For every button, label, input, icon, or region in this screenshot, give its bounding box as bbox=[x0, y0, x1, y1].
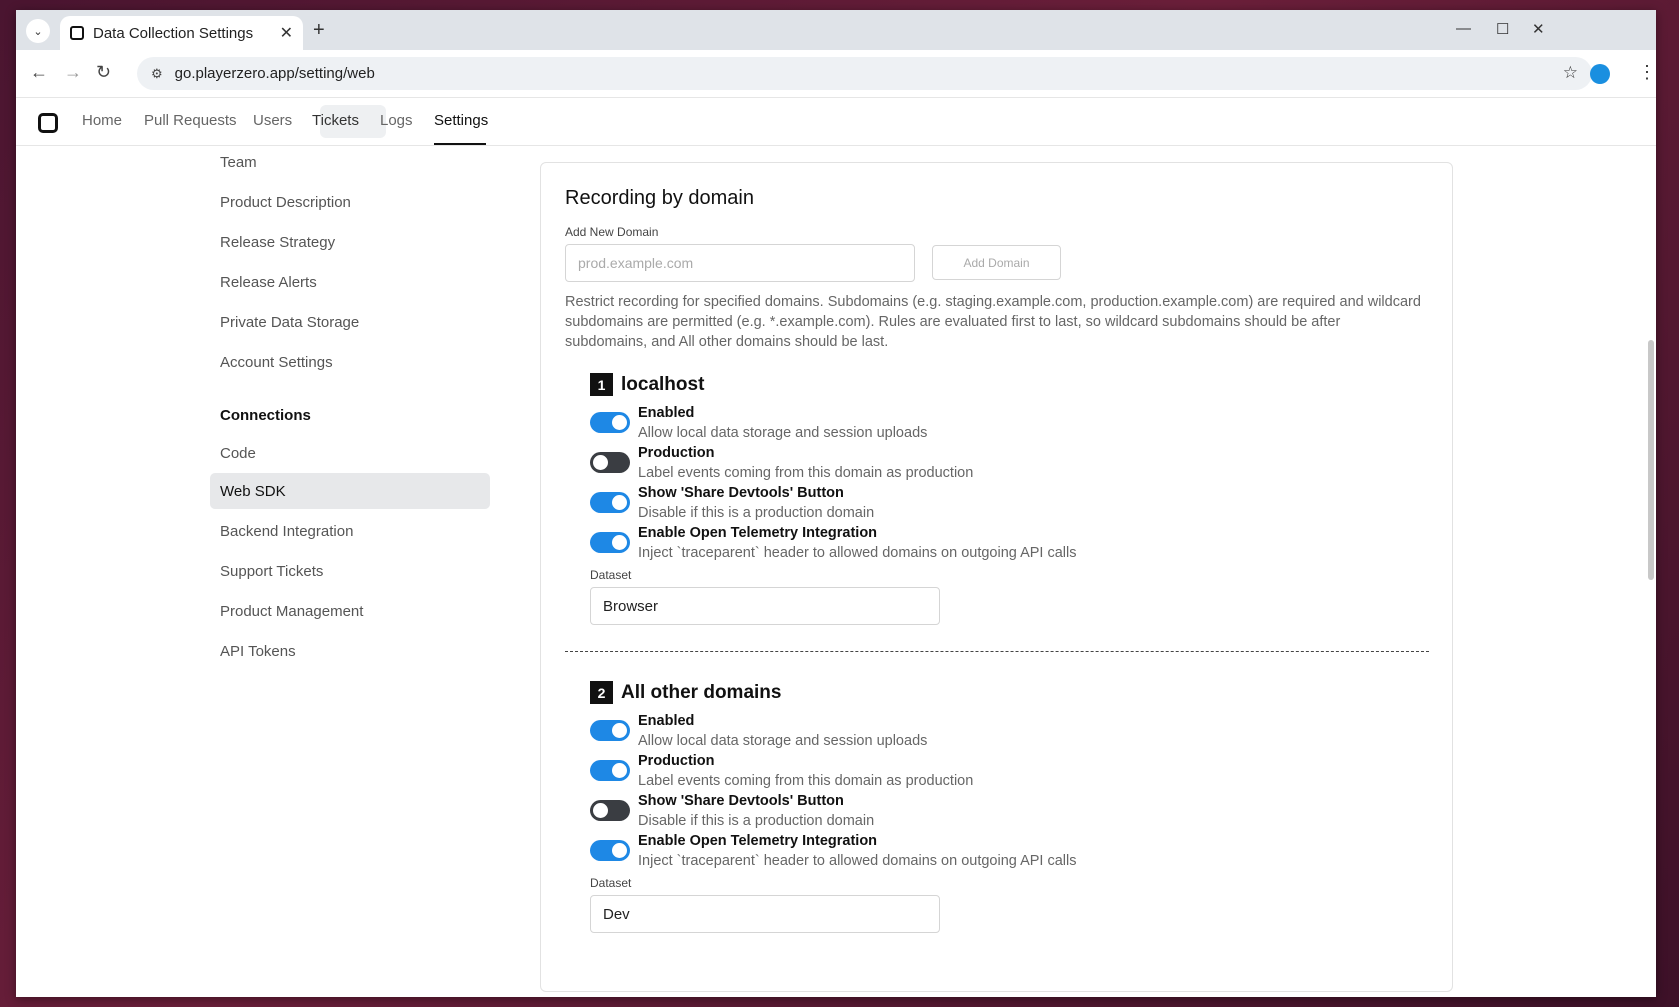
nav-logs[interactable]: Logs bbox=[380, 112, 413, 129]
rule-divider bbox=[565, 651, 1429, 652]
card-title: Recording by domain bbox=[565, 187, 754, 209]
address-bar[interactable]: ⚙ go.playerzero.app/setting/web ☆ bbox=[137, 57, 1592, 90]
nav-settings[interactable]: Settings bbox=[434, 112, 488, 129]
production-toggle[interactable] bbox=[590, 452, 630, 473]
extension-icon[interactable] bbox=[1590, 64, 1610, 84]
dataset-label: Dataset bbox=[590, 876, 632, 890]
sidebar-item-product-management[interactable]: Product Management bbox=[210, 593, 490, 629]
sidebar-item-account-settings[interactable]: Account Settings bbox=[210, 344, 490, 380]
enabled-toggle[interactable] bbox=[590, 412, 630, 433]
tab-search-button[interactable]: ⌄ bbox=[26, 19, 50, 43]
tab-close-icon[interactable]: ✕ bbox=[280, 23, 293, 43]
option-title: Production bbox=[638, 445, 715, 461]
recording-by-domain-card: Recording by domain Add New Domain Add D… bbox=[540, 162, 1453, 992]
rule-number-badge: 1 bbox=[590, 373, 613, 396]
new-tab-icon[interactable]: + bbox=[313, 19, 325, 42]
sidebar-item-private-data-storage[interactable]: Private Data Storage bbox=[210, 304, 490, 340]
share-devtools-toggle[interactable] bbox=[590, 800, 630, 821]
add-domain-label: Add New Domain bbox=[565, 225, 659, 239]
option-title: Enable Open Telemetry Integration bbox=[638, 833, 878, 849]
url-text: go.playerzero.app/setting/web bbox=[174, 65, 375, 82]
dataset-label: Dataset bbox=[590, 568, 632, 582]
sidebar-item-support-tickets[interactable]: Support Tickets bbox=[210, 553, 490, 589]
option-title: Enable Open Telemetry Integration bbox=[638, 525, 878, 541]
rule-name: All other domains bbox=[621, 681, 782, 703]
option-title: Show 'Share Devtools' Button bbox=[638, 793, 844, 809]
option-subtitle: Disable if this is a production domain bbox=[638, 813, 875, 829]
sidebar-item-api-tokens[interactable]: API Tokens bbox=[210, 633, 490, 669]
rule-name: localhost bbox=[621, 373, 705, 395]
option-title: Enabled bbox=[638, 405, 695, 421]
option-subtitle: Label events coming from this domain as … bbox=[638, 773, 974, 789]
option-subtitle: Allow local data storage and session upl… bbox=[638, 425, 928, 441]
option-subtitle: Disable if this is a production domain bbox=[638, 505, 875, 521]
add-domain-input[interactable] bbox=[565, 244, 915, 282]
page-scrollbar[interactable] bbox=[1648, 340, 1654, 580]
sidebar-item-release-alerts[interactable]: Release Alerts bbox=[210, 264, 490, 300]
sidebar-item-product-description[interactable]: Product Description bbox=[210, 184, 490, 220]
nav-pull-requests[interactable]: Pull Requests bbox=[144, 112, 237, 129]
rule-number-badge: 2 bbox=[590, 681, 613, 704]
maximize-icon[interactable]: ☐ bbox=[1496, 20, 1509, 38]
dataset-field[interactable]: Dev bbox=[590, 895, 940, 933]
tab-strip: ⌄ Data Collection Settings ✕ + — ☐ ✕ bbox=[16, 10, 1656, 50]
browser-toolbar: ← → ↻ ⚙ go.playerzero.app/setting/web ☆ … bbox=[16, 50, 1656, 98]
share-devtools-toggle[interactable] bbox=[590, 492, 630, 513]
production-toggle[interactable] bbox=[590, 760, 630, 781]
sidebar-item-web-sdk[interactable]: Web SDK bbox=[210, 473, 490, 509]
nav-home[interactable]: Home bbox=[82, 112, 122, 129]
option-subtitle: Allow local data storage and session upl… bbox=[638, 733, 928, 749]
sidebar-item-team[interactable]: Team bbox=[210, 144, 490, 180]
nav-users[interactable]: Users bbox=[253, 112, 292, 129]
browser-menu-icon[interactable]: ⋮ bbox=[1638, 62, 1656, 83]
domain-rules-description: Restrict recording for specified domains… bbox=[565, 294, 1421, 350]
browser-tab[interactable]: Data Collection Settings ✕ bbox=[60, 16, 303, 50]
sidebar-item-release-strategy[interactable]: Release Strategy bbox=[210, 224, 490, 260]
forward-icon[interactable]: → bbox=[64, 62, 82, 83]
rule-header: 1 localhost bbox=[590, 373, 704, 396]
option-title: Production bbox=[638, 753, 715, 769]
site-favicon-icon bbox=[70, 26, 84, 40]
site-info-icon[interactable]: ⚙ bbox=[151, 66, 163, 82]
dataset-field[interactable]: Browser bbox=[590, 587, 940, 625]
add-domain-button[interactable]: Add Domain bbox=[932, 245, 1061, 280]
sidebar-section-connections: Connections bbox=[220, 407, 311, 424]
reload-icon[interactable]: ↻ bbox=[96, 62, 111, 83]
option-subtitle: Inject `traceparent` header to allowed d… bbox=[638, 545, 1077, 561]
option-title: Show 'Share Devtools' Button bbox=[638, 485, 844, 501]
rule-header: 2 All other domains bbox=[590, 681, 781, 704]
bookmark-star-icon[interactable]: ☆ bbox=[1563, 63, 1578, 83]
back-icon[interactable]: ← bbox=[30, 62, 48, 83]
browser-window: ⌄ Data Collection Settings ✕ + — ☐ ✕ ← →… bbox=[16, 10, 1656, 997]
tab-title: Data Collection Settings bbox=[93, 24, 254, 42]
option-subtitle: Label events coming from this domain as … bbox=[638, 465, 974, 481]
open-telemetry-toggle[interactable] bbox=[590, 532, 630, 553]
app-nav: Home Pull Requests Users Tickets Logs Se… bbox=[16, 98, 1656, 146]
option-title: Enabled bbox=[638, 713, 695, 729]
option-subtitle: Inject `traceparent` header to allowed d… bbox=[638, 853, 1077, 869]
nav-tickets[interactable]: Tickets bbox=[312, 112, 359, 129]
sidebar-item-backend-integration[interactable]: Backend Integration bbox=[210, 513, 490, 549]
app-logo-icon[interactable] bbox=[38, 113, 58, 133]
sidebar-item-code[interactable]: Code bbox=[210, 435, 490, 471]
enabled-toggle[interactable] bbox=[590, 720, 630, 741]
minimize-icon[interactable]: — bbox=[1456, 20, 1471, 37]
close-window-icon[interactable]: ✕ bbox=[1532, 20, 1545, 38]
open-telemetry-toggle[interactable] bbox=[590, 840, 630, 861]
